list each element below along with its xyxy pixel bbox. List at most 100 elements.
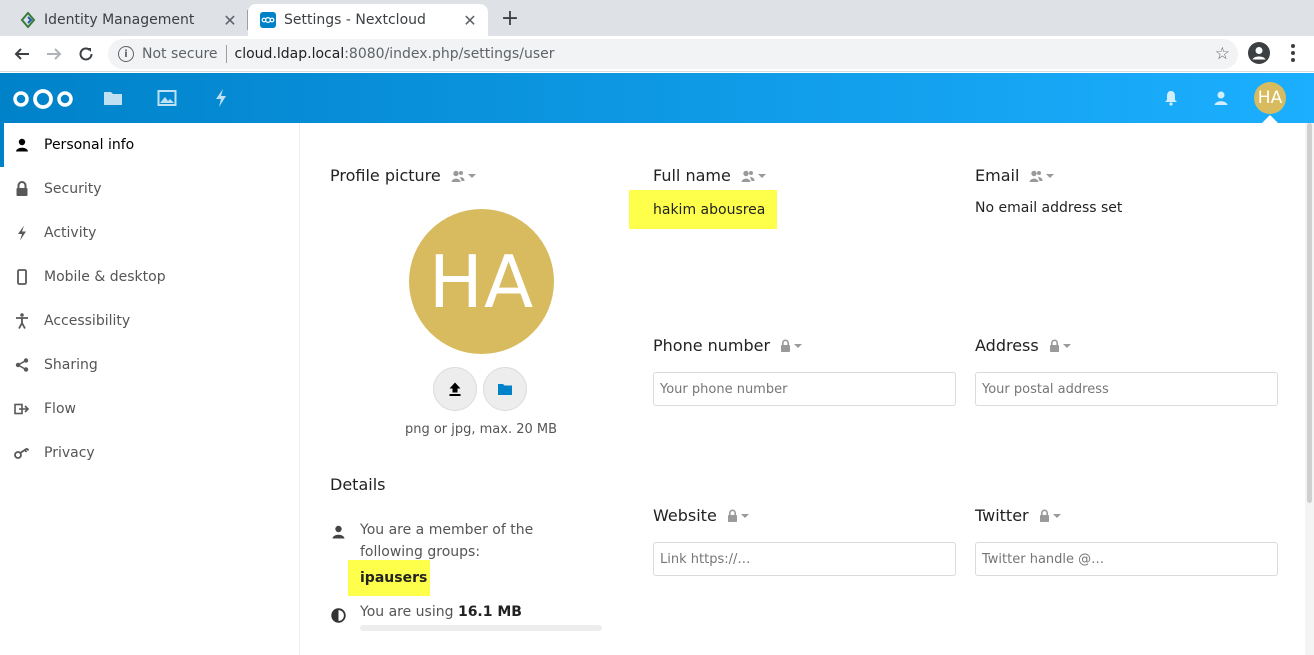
browser-menu-icon[interactable] [1290, 42, 1296, 64]
contacts-scope-icon [741, 170, 755, 182]
notifications-bell-icon[interactable] [1160, 87, 1182, 109]
group-name: ipausers [348, 560, 430, 596]
settings-sidebar: Personal info Security Activity Mobile &… [0, 123, 300, 655]
fullname-value[interactable]: hakim abousrea [629, 190, 777, 229]
upload-picture-button[interactable] [433, 367, 477, 411]
tab-close-icon[interactable]: ✕ [460, 10, 480, 30]
share-icon [12, 355, 32, 375]
info-icon[interactable]: i [118, 46, 134, 62]
quota-prefix: You are using [360, 604, 454, 620]
tab-settings-nextcloud[interactable]: Settings - Nextcloud ✕ [248, 4, 488, 36]
profile-avatar: HA [409, 209, 554, 354]
tab-identity-management[interactable]: Identity Management ✕ [8, 4, 248, 36]
phone-field[interactable] [653, 372, 956, 406]
user-icon [330, 524, 346, 540]
new-tab-button[interactable]: + [498, 6, 522, 31]
twitter-heading: Twitter [975, 506, 1061, 525]
page-scrollbar[interactable] [1305, 123, 1314, 655]
choose-from-files-button[interactable] [483, 367, 527, 411]
flow-icon [12, 399, 32, 419]
browser-tab-strip: Identity Management ✕ Settings - Nextclo… [0, 0, 1314, 36]
groups-text: You are a member of the following groups… [360, 522, 534, 560]
phone-heading: Phone number [653, 336, 803, 355]
folder-icon [498, 384, 512, 395]
email-heading: Email [975, 166, 1055, 185]
forward-button[interactable] [42, 42, 66, 66]
section-title: Email [975, 166, 1020, 185]
scope-menu[interactable] [741, 169, 766, 183]
tab-close-icon[interactable]: ✕ [220, 10, 240, 30]
forward-arrow-icon [47, 48, 62, 60]
private-lock-icon [727, 509, 737, 522]
website-field[interactable] [653, 542, 956, 576]
user-avatar[interactable]: HA [1254, 82, 1286, 114]
tab-title: Identity Management [44, 12, 195, 28]
avatar-menu-caret [1262, 115, 1278, 123]
contacts-scope-icon [451, 170, 465, 182]
groups-row [330, 522, 360, 540]
back-button[interactable] [10, 42, 34, 66]
address-heading: Address [975, 336, 1071, 355]
quota-pie-icon [330, 607, 346, 623]
browser-toolbar: i Not secure cloud.ldap.local :8080/inde… [0, 36, 1314, 72]
twitter-field[interactable] [975, 542, 1278, 576]
scope-menu[interactable] [1039, 509, 1061, 523]
sidebar-item-label: Security [44, 181, 102, 197]
files-icon[interactable] [102, 87, 124, 109]
scope-menu[interactable] [1029, 169, 1055, 183]
photos-icon[interactable] [156, 87, 178, 109]
sidebar-item-mobile-desktop[interactable]: Mobile & desktop [0, 255, 299, 299]
sidebar-item-security[interactable]: Security [0, 167, 299, 211]
nextcloud-header [0, 73, 1314, 123]
sidebar-item-accessibility[interactable]: Accessibility [0, 299, 299, 343]
sidebar-item-label: Activity [44, 225, 97, 241]
quota-row [330, 605, 360, 623]
browser-profile-icon[interactable] [1248, 42, 1270, 64]
scope-menu[interactable] [727, 509, 749, 523]
private-lock-icon [1049, 339, 1059, 352]
sidebar-item-sharing[interactable]: Sharing [0, 343, 299, 387]
section-title: Twitter [975, 506, 1029, 525]
section-title: Phone number [653, 336, 771, 355]
chevron-down-icon [1062, 343, 1071, 348]
fullname-heading: Full name [653, 166, 766, 185]
back-arrow-icon [14, 48, 29, 60]
reload-button[interactable] [74, 42, 98, 66]
chevron-down-icon [757, 173, 766, 178]
key-icon [12, 443, 32, 463]
contacts-menu-icon[interactable] [1210, 87, 1232, 109]
upload-hint: png or jpg, max. 20 MB [404, 422, 558, 437]
sidebar-item-label: Sharing [44, 357, 98, 373]
upload-icon [449, 382, 461, 396]
address-bar[interactable]: i Not secure cloud.ldap.local :8080/inde… [108, 39, 1238, 69]
person-icon [12, 135, 32, 155]
section-title: Address [975, 336, 1039, 355]
private-lock-icon [1039, 509, 1049, 522]
nextcloud-logo-icon[interactable] [12, 88, 74, 110]
sidebar-item-privacy[interactable]: Privacy [0, 431, 299, 475]
quota-progress-bar [360, 625, 602, 631]
scope-menu[interactable] [451, 169, 476, 183]
scrollbar-thumb[interactable] [1307, 123, 1312, 503]
address-field[interactable] [975, 372, 1278, 406]
scope-menu[interactable] [1049, 339, 1071, 353]
reload-icon [79, 47, 93, 61]
sidebar-item-personal-info[interactable]: Personal info [0, 123, 299, 167]
accessibility-icon [12, 311, 32, 331]
sidebar-item-label: Flow [44, 401, 76, 417]
sidebar-item-flow[interactable]: Flow [0, 387, 299, 431]
chevron-down-icon [467, 173, 476, 178]
quota-text: You are using 16.1 MB [360, 604, 522, 620]
activity-icon[interactable] [210, 87, 232, 109]
section-title: Website [653, 506, 717, 525]
chevron-down-icon [1046, 173, 1055, 178]
chevron-down-icon [1052, 513, 1061, 518]
sidebar-item-activity[interactable]: Activity [0, 211, 299, 255]
scope-menu[interactable] [780, 339, 803, 353]
quota-value: 16.1 MB [457, 604, 522, 620]
sidebar-item-label: Mobile & desktop [44, 269, 166, 285]
bookmark-star-icon[interactable]: ☆ [1215, 44, 1230, 64]
lock-icon [12, 179, 32, 199]
sidebar-item-label: Personal info [44, 137, 135, 153]
url-host: cloud.ldap.local [234, 46, 345, 62]
